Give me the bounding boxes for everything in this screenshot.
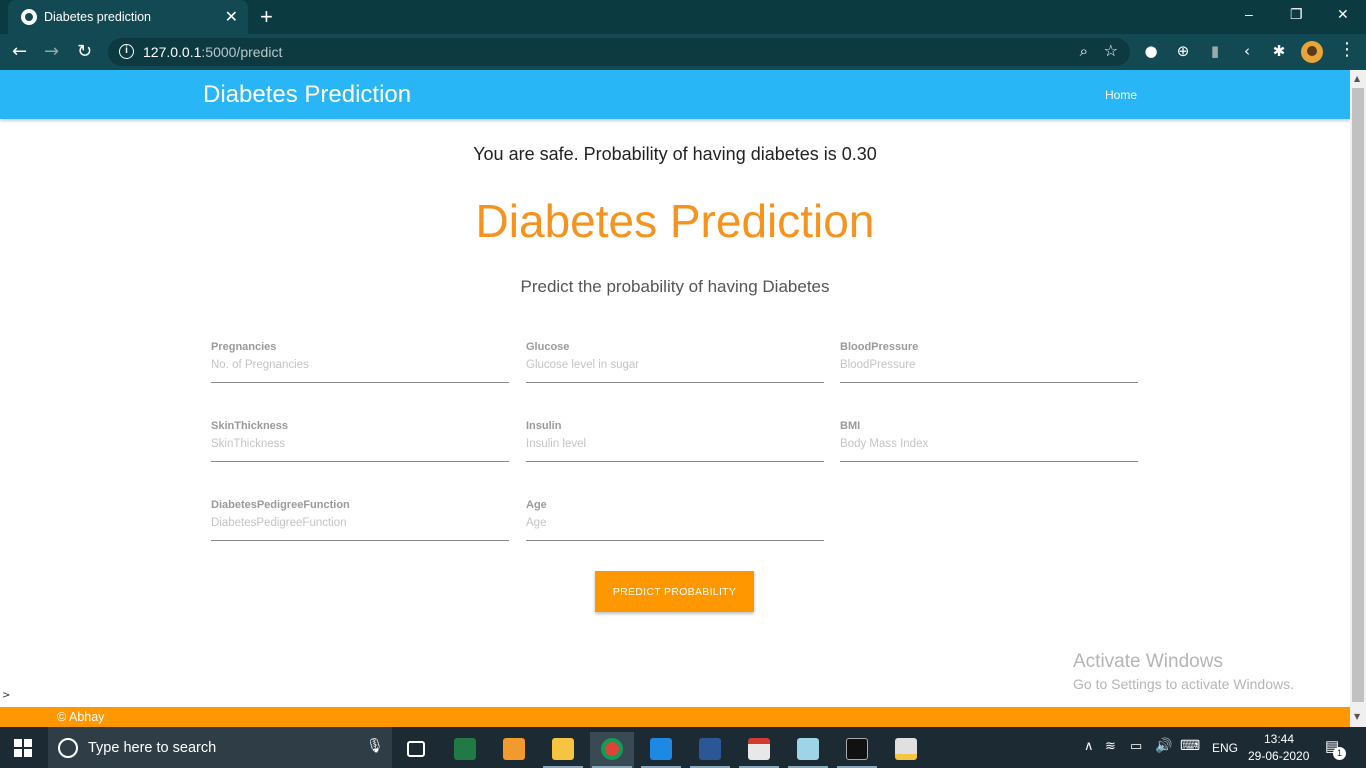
restore-button[interactable]: ❐ <box>1290 6 1303 23</box>
network-icon[interactable]: ≋ <box>1105 738 1116 754</box>
pregnancies-field: Pregnancies <box>211 341 509 383</box>
browser-toolbar: ← → ↻ i 127.0.0.1:5000/predict ⌕ ☆ ● ⊕ ▮… <box>0 34 1366 70</box>
extension-icon[interactable]: ▮ <box>1205 42 1225 60</box>
terminal-app-icon[interactable] <box>835 732 879 768</box>
page-scrollbar[interactable]: ▲ ▼ <box>1350 70 1366 727</box>
bmi-input[interactable] <box>840 435 1138 453</box>
url-text[interactable]: 127.0.0.1:5000/predict <box>143 44 282 60</box>
field-label: Age <box>526 499 547 511</box>
language-indicator[interactable]: ENG <box>1212 741 1238 755</box>
extension-chevron-icon[interactable]: ‹ <box>1237 42 1257 60</box>
extension-icon[interactable]: ● <box>1141 42 1161 60</box>
pedigree-function-input[interactable] <box>211 514 509 532</box>
bookmark-star-icon[interactable]: ☆ <box>1104 41 1118 60</box>
glucose-input[interactable] <box>526 356 824 374</box>
python-app-icon[interactable] <box>884 732 928 768</box>
field-label: BloodPressure <box>840 341 919 353</box>
skin-thickness-input[interactable] <box>211 435 509 453</box>
field-label: Glucose <box>526 341 570 353</box>
watermark-title: Activate Windows <box>1073 651 1223 672</box>
page-subtitle: Predict the probability of having Diabet… <box>520 277 830 296</box>
pedigree-function-field: DiabetesPedigreeFunction <box>211 499 509 541</box>
scrollbar-thumb[interactable] <box>1352 88 1364 702</box>
battery-icon[interactable]: ▭ <box>1130 738 1142 754</box>
site-brand[interactable]: Diabetes Prediction <box>203 81 411 109</box>
bmi-field: BMI <box>840 420 1138 462</box>
glucose-field: Glucose <box>526 341 824 383</box>
scroll-up-arrow-icon[interactable]: ▲ <box>1354 74 1360 83</box>
cortana-icon <box>58 738 78 758</box>
notification-count-badge: 1 <box>1333 747 1346 760</box>
address-bar[interactable]: i 127.0.0.1:5000/predict ⌕ ☆ <box>108 38 1130 66</box>
excel-app-icon[interactable] <box>443 732 487 768</box>
new-tab-button[interactable]: + <box>260 4 273 30</box>
skin-thickness-field: SkinThickness <box>211 420 509 462</box>
tray-expand-icon[interactable]: ∧ <box>1084 738 1094 754</box>
age-field: Age <box>526 499 824 541</box>
taskbar-search-box[interactable]: Type here to search 🎙 <box>48 727 392 768</box>
field-label: Insulin <box>526 420 562 432</box>
extension-plus-icon[interactable]: ⊕ <box>1173 42 1193 60</box>
age-input[interactable] <box>526 514 824 532</box>
pdf-app-icon[interactable] <box>737 732 781 768</box>
chrome-app-icon[interactable] <box>590 732 634 768</box>
footer-copyright: © Abhay <box>57 710 105 724</box>
file-explorer-icon[interactable] <box>541 732 585 768</box>
minimize-button[interactable]: – <box>1245 6 1253 22</box>
reload-icon[interactable]: ↻ <box>77 41 92 62</box>
notes-app-icon[interactable] <box>786 732 830 768</box>
tab-title: Diabetes prediction <box>44 10 152 24</box>
vscode-app-icon[interactable] <box>639 732 683 768</box>
caret-glyph: > <box>2 690 11 701</box>
clock-time[interactable]: 13:44 <box>1264 732 1294 746</box>
tab-close-icon[interactable]: ✕ <box>225 7 238 26</box>
zoom-icon[interactable]: ⌕ <box>1080 42 1088 60</box>
back-arrow-icon[interactable]: ← <box>12 41 27 62</box>
globe-icon <box>21 9 37 25</box>
windows-start-icon[interactable] <box>14 739 32 757</box>
predict-probability-button[interactable]: PREDICT PROBABILITY <box>595 571 754 612</box>
watermark-subtitle: Go to Settings to activate Windows. <box>1073 676 1294 692</box>
web-page: Diabetes Prediction Home You are safe. P… <box>0 70 1350 727</box>
site-footer: © Abhay <box>0 707 1350 727</box>
field-label: SkinThickness <box>211 420 289 432</box>
keyboard-icon[interactable]: ⌨ <box>1180 737 1200 754</box>
scroll-down-arrow-icon[interactable]: ▼ <box>1354 712 1360 721</box>
windows-taskbar: Type here to search 🎙 ∧ ≋ ▭ 🔊 ⌨ ENG 13:4… <box>0 727 1366 768</box>
field-label: BMI <box>840 420 861 432</box>
browser-tab[interactable]: Diabetes prediction ✕ <box>8 0 248 34</box>
profile-avatar[interactable] <box>1301 41 1323 63</box>
blood-pressure-input[interactable] <box>840 356 1138 374</box>
field-label: DiabetesPedigreeFunction <box>211 499 350 511</box>
puzzle-icon[interactable]: ✱ <box>1269 42 1289 60</box>
prediction-result: You are safe. Probability of having diab… <box>473 144 877 164</box>
browser-tab-strip: Diabetes prediction ✕ + – ❐ ✕ <box>0 0 1366 34</box>
page-title: Diabetes Prediction <box>475 195 875 247</box>
pregnancies-input[interactable] <box>211 356 509 374</box>
volume-icon[interactable]: 🔊 <box>1155 737 1172 754</box>
word-app-icon[interactable] <box>688 732 732 768</box>
sublime-app-icon[interactable] <box>492 732 536 768</box>
forward-arrow-icon[interactable]: → <box>44 41 59 62</box>
insulin-input[interactable] <box>526 435 824 453</box>
task-view-icon[interactable] <box>394 732 438 768</box>
site-navbar: Diabetes Prediction Home <box>0 70 1350 119</box>
taskbar-search-placeholder: Type here to search <box>88 740 217 756</box>
browser-menu-icon[interactable]: ⋮ <box>1338 39 1356 60</box>
activate-windows-watermark: Activate Windows Go to Settings to activ… <box>1073 651 1294 692</box>
blood-pressure-field: BloodPressure <box>840 341 1138 383</box>
clock-date[interactable]: 29-06-2020 <box>1248 749 1309 763</box>
home-link[interactable]: Home <box>1105 88 1137 102</box>
insulin-field: Insulin <box>526 420 824 462</box>
window-close-button[interactable]: ✕ <box>1337 6 1349 23</box>
field-label: Pregnancies <box>211 341 277 353</box>
microphone-icon[interactable]: 🎙 <box>366 738 384 754</box>
site-info-icon[interactable]: i <box>119 44 134 59</box>
